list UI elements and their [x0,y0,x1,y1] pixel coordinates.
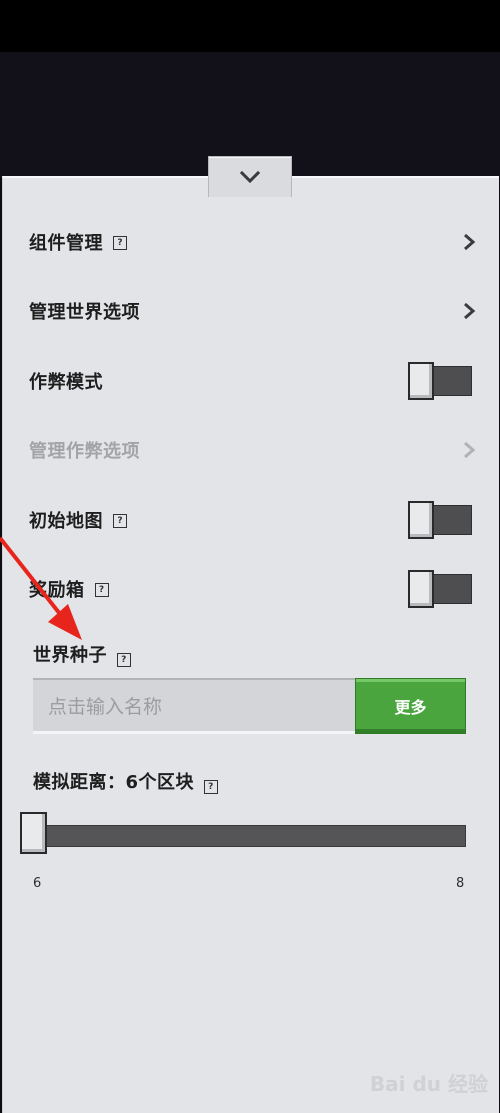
help-icon[interactable]: ? [113,514,127,528]
help-icon[interactable]: ? [117,653,131,667]
menu-item-label: 管理世界选项 [29,302,140,323]
slider-min-label: 6 [33,876,42,891]
simulation-distance-slider-track[interactable] [28,825,466,847]
menu-item-cheat-options[interactable]: 管理作弊选项 [29,430,476,470]
top-black-band [0,0,500,52]
menu-item-label: 组件管理 [29,233,103,254]
watermark: Bai du 经验 [369,1072,488,1096]
help-icon[interactable]: ? [113,236,127,250]
bonus-chest-toggle[interactable] [408,570,472,608]
menu-item-label: 初始地图 [29,511,103,532]
starting-map-toggle[interactable] [408,501,472,539]
more-button[interactable]: 更多 [355,678,466,734]
menu-item-label: 奖励箱 [29,580,85,601]
simulation-distance-slider-knob[interactable] [20,812,47,854]
seed-input[interactable]: 点击输入名称 [33,678,355,734]
chevron-right-icon [464,441,476,459]
simulation-distance-section: 模拟距离：6个区块? [33,768,219,794]
help-icon[interactable]: ? [204,780,219,794]
menu-item-label: 作弊模式 [29,372,103,393]
chevron-right-icon [464,233,476,251]
menu-item-cheats: 作弊模式 [29,361,476,401]
help-icon[interactable]: ? [94,583,109,597]
menu-item-label: 管理作弊选项 [29,441,140,462]
cheats-toggle[interactable] [408,362,472,400]
seed-section: 世界种子? [33,641,131,667]
collapse-panel-tab[interactable] [208,156,292,197]
menu-item-world-options[interactable]: 管理世界选项 [29,291,476,331]
seed-label: 世界种子 [33,645,107,666]
toggle-knob[interactable] [408,501,434,539]
toggle-knob[interactable] [408,570,434,608]
menu-item-bonus-chest: 奖励箱 ? [29,569,476,609]
chevron-right-icon [464,302,476,320]
menu-item-starting-map: 初始地图 ? [29,500,476,540]
menu-item-addons[interactable]: 组件管理 ? [29,222,476,262]
toggle-knob[interactable] [408,362,434,400]
simulation-distance-label: 模拟距离：6个区块 [33,772,195,793]
chevron-down-icon [239,170,261,184]
slider-max-label: 8 [456,876,465,891]
